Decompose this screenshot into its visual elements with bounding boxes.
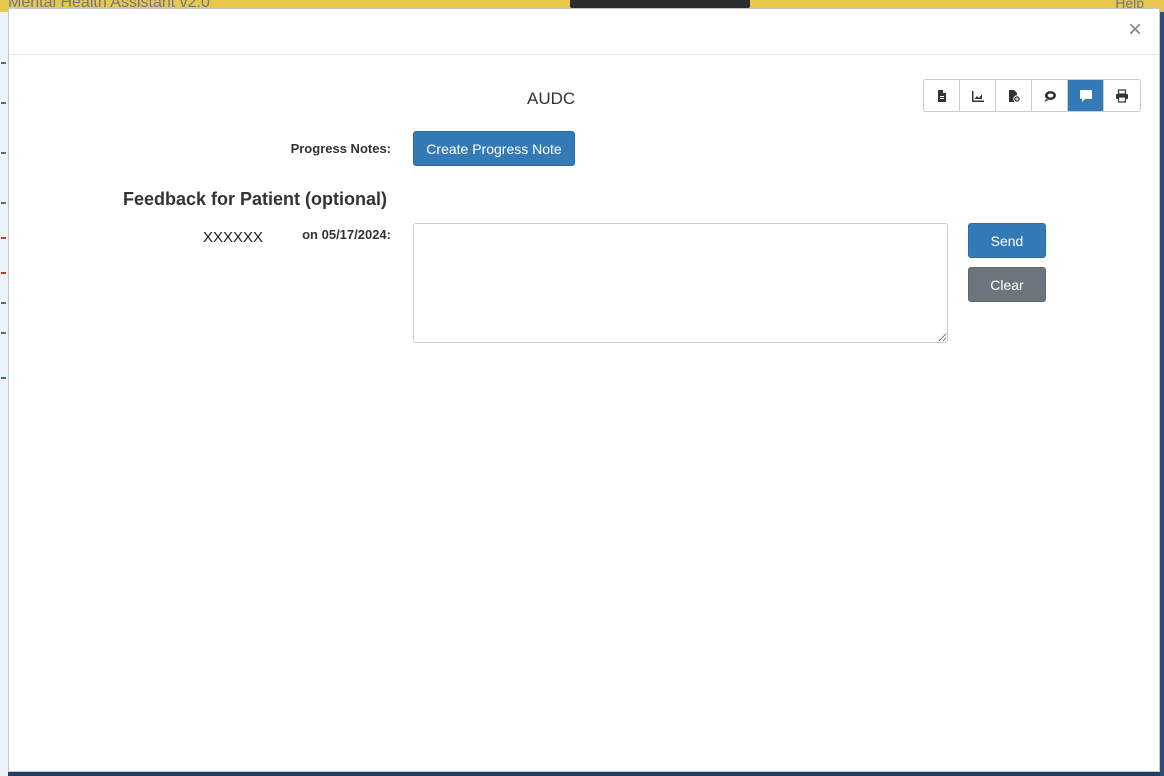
feedback-date-label: on 05/17/2024: <box>302 227 391 242</box>
assessment-title: AUDC <box>527 89 576 108</box>
progress-notes-label: Progress Notes: <box>290 141 391 156</box>
modal-header: × <box>9 9 1159 55</box>
chart-icon[interactable] <box>960 80 996 111</box>
feedback-textarea[interactable] <box>413 223 948 343</box>
message-icon[interactable] <box>1068 80 1104 111</box>
app-nav-tabs <box>570 0 750 8</box>
create-progress-note-button[interactable]: Create Progress Note <box>413 131 575 166</box>
assessment-toolbar <box>923 79 1141 112</box>
close-icon[interactable]: × <box>1123 18 1147 43</box>
clear-button[interactable]: Clear <box>968 267 1046 302</box>
document-add-icon[interactable] <box>996 80 1032 111</box>
comment-icon[interactable] <box>1032 80 1068 111</box>
app-right-edge <box>1160 12 1164 776</box>
patient-name: XXXXXX <box>203 229 264 246</box>
document-icon[interactable] <box>924 80 960 111</box>
feedback-modal: × AUDC Progress Notes: Create Progress N… <box>8 8 1160 772</box>
print-icon[interactable] <box>1104 80 1140 111</box>
send-button[interactable]: Send <box>968 223 1046 258</box>
app-sidebar-edge <box>0 12 8 776</box>
feedback-heading: Feedback for Patient (optional) <box>123 189 388 209</box>
